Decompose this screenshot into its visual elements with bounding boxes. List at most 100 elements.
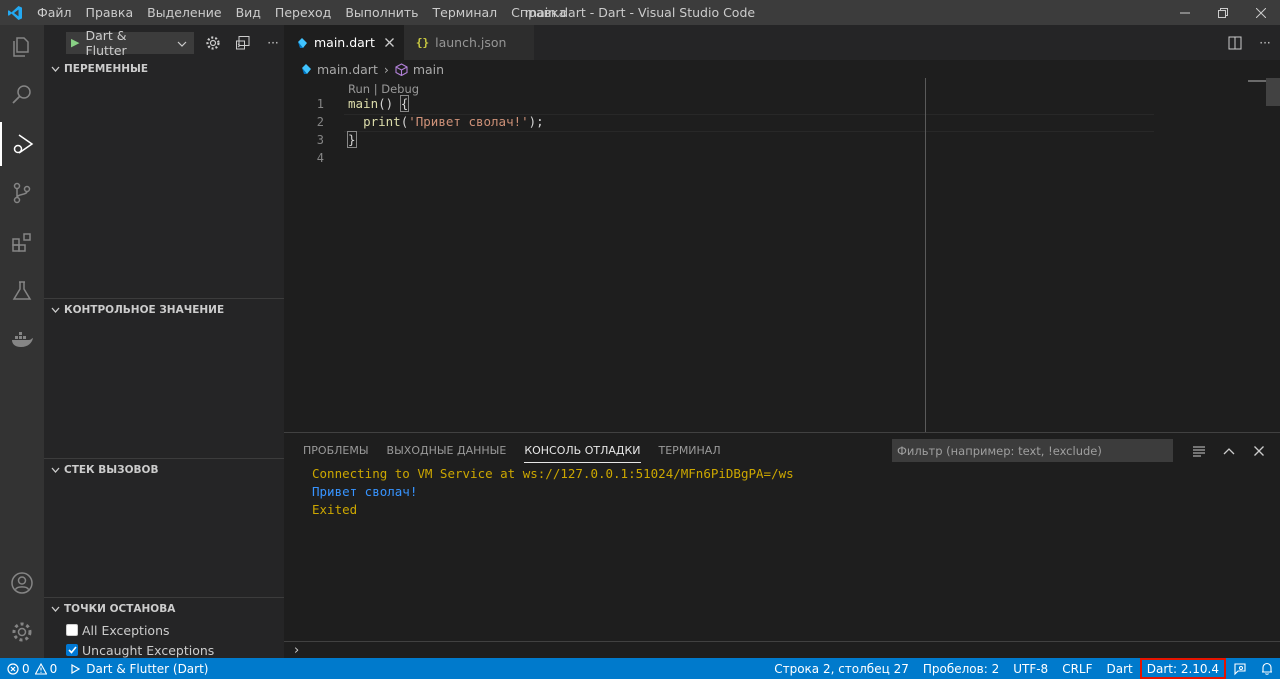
breadcrumb-file[interactable]: main.dart [317, 62, 378, 77]
codelens-run-debug[interactable]: Run | Debug [348, 82, 419, 96]
error-count: 0 [22, 661, 30, 676]
tab-output[interactable]: ВЫХОДНЫЕ ДАННЫЕ [378, 433, 516, 468]
code-editor[interactable]: Run | Debug 1 2 3 4 main() { print('Прив… [284, 78, 1280, 432]
prompt-chevron-icon: › [294, 643, 300, 658]
debug-config-status[interactable]: Dart & Flutter (Dart) [64, 658, 215, 679]
activity-bar [0, 25, 44, 658]
launch-config-select[interactable]: ▶ Dart & Flutter [66, 28, 195, 58]
console-input[interactable]: › [284, 641, 1280, 659]
status-right: Строка 2, столбец 27 Пробелов: 2 UTF-8 C… [767, 658, 1280, 679]
console-filter-input[interactable]: Фильтр (например: text, !exclude) [892, 439, 1173, 462]
minimap[interactable] [1248, 80, 1268, 82]
testing-flask-icon[interactable] [0, 269, 44, 313]
breakpoint-all-exceptions[interactable]: All Exceptions [44, 620, 284, 640]
tab-main-dart[interactable]: main.dart [284, 25, 404, 60]
json-file-icon: {} [415, 36, 430, 49]
panel-actions [1184, 433, 1274, 468]
dart-sdk-version[interactable]: Dart: 2.10.4 [1139, 658, 1226, 679]
menu-help[interactable]: Справка [504, 0, 573, 25]
breakpoints-header[interactable]: ТОЧКИ ОСТАНОВА [44, 598, 284, 620]
panel-tabs: ПРОБЛЕМЫ ВЫХОДНЫЕ ДАННЫЕ КОНСОЛЬ ОТЛАДКИ… [294, 433, 730, 468]
menu-selection[interactable]: Выделение [140, 0, 228, 25]
search-icon[interactable] [0, 73, 44, 117]
tab-launch-json[interactable]: {} launch.json [403, 25, 535, 60]
title-bar: Файл Правка Выделение Вид Переход Выполн… [0, 0, 1280, 25]
menu-run[interactable]: Выполнить [338, 0, 425, 25]
tab-terminal[interactable]: ТЕРМИНАЛ [650, 433, 730, 468]
tab-problems[interactable]: ПРОБЛЕМЫ [294, 433, 378, 468]
menu-terminal[interactable]: Терминал [426, 0, 505, 25]
uncaught-exceptions-checkbox[interactable] [66, 644, 78, 656]
end-of-line[interactable]: CRLF [1055, 658, 1099, 679]
problems-status[interactable]: 0 0 [0, 658, 64, 679]
tab-label: launch.json [435, 35, 507, 50]
cursor-position[interactable]: Строка 2, столбец 27 [767, 658, 916, 679]
notifications-bell-icon[interactable] [1254, 658, 1280, 679]
tab-label: main.dart [314, 35, 375, 50]
chevron-down-icon [48, 66, 62, 72]
close-icon[interactable] [384, 35, 394, 50]
start-debugging-icon[interactable]: ▶ [71, 36, 79, 49]
window-controls [1166, 0, 1280, 25]
breakpoint-uncaught-exceptions[interactable]: Uncaught Exceptions [44, 640, 284, 660]
menu-view[interactable]: Вид [229, 0, 268, 25]
clear-console-icon[interactable] [1184, 445, 1214, 457]
variables-title: ПЕРЕМЕННЫЕ [64, 63, 149, 75]
console-output-line: Exited [312, 502, 358, 517]
manage-gear-icon[interactable] [0, 610, 44, 654]
encoding[interactable]: UTF-8 [1006, 658, 1055, 679]
editor-actions: ··· [1220, 25, 1280, 60]
close-panel-icon[interactable] [1244, 445, 1274, 456]
breadcrumb: main.dart › main [284, 60, 1280, 78]
minimize-icon[interactable] [1166, 0, 1204, 25]
callstack-title: СТЕК ВЫЗОВОВ [64, 464, 159, 476]
language-mode[interactable]: Dart [1100, 658, 1140, 679]
line-number: 4 [316, 151, 324, 165]
editor-scrollbar[interactable] [1266, 78, 1280, 432]
variables-header[interactable]: ПЕРЕМЕННЫЕ [44, 58, 284, 80]
run-debug-icon[interactable] [0, 122, 44, 166]
chevron-down-icon [177, 36, 187, 50]
breadcrumb-symbol[interactable]: main [413, 62, 444, 77]
debug-console-icon[interactable] [232, 32, 254, 54]
docker-icon[interactable] [0, 318, 44, 362]
source-control-icon[interactable] [0, 171, 44, 215]
restore-icon[interactable] [1204, 0, 1242, 25]
warning-icon [34, 662, 47, 675]
menu-edit[interactable]: Правка [79, 0, 141, 25]
feedback-icon[interactable] [1226, 658, 1254, 679]
indentation[interactable]: Пробелов: 2 [916, 658, 1006, 679]
all-exceptions-checkbox[interactable] [66, 624, 78, 636]
console-output-line: Привет сволач! [312, 484, 418, 499]
code-line-2: print('Привет сволач!'); [363, 114, 544, 129]
maximize-panel-chevron-up-icon[interactable] [1214, 447, 1244, 455]
callstack-section: СТЕК ВЫЗОВОВ [44, 458, 284, 481]
breakpoints-title: ТОЧКИ ОСТАНОВА [64, 603, 176, 615]
dart-file-icon [300, 63, 312, 75]
more-actions-icon[interactable]: ··· [262, 32, 284, 54]
watch-section: КОНТРОЛЬНОЕ ЗНАЧЕНИЕ [44, 298, 284, 321]
watch-title: КОНТРОЛЬНОЕ ЗНАЧЕНИЕ [64, 304, 225, 316]
more-actions-icon[interactable]: ··· [1250, 36, 1280, 50]
debug-config-label: Dart & Flutter (Dart) [86, 661, 209, 676]
debug-toolbar: ▶ Dart & Flutter ··· [44, 25, 284, 60]
chevron-down-icon [48, 606, 62, 612]
accounts-icon[interactable] [0, 561, 44, 605]
callstack-header[interactable]: СТЕК ВЫЗОВОВ [44, 459, 284, 481]
menu-go[interactable]: Переход [268, 0, 338, 25]
run-play-icon [71, 663, 81, 674]
watch-header[interactable]: КОНТРОЛЬНОЕ ЗНАЧЕНИЕ [44, 299, 284, 321]
line-number: 2 [316, 115, 324, 129]
line-number: 3 [316, 133, 324, 147]
open-launch-json-gear-icon[interactable] [202, 32, 224, 54]
close-window-icon[interactable] [1242, 0, 1280, 25]
extensions-icon[interactable] [0, 220, 44, 264]
menu-file[interactable]: Файл [30, 0, 79, 25]
explorer-files-icon[interactable] [0, 25, 44, 69]
chevron-right-icon: › [383, 61, 389, 77]
scroll-thumb[interactable] [1266, 78, 1280, 106]
code-line-1: main() { [348, 95, 410, 112]
split-editor-icon[interactable] [1220, 36, 1250, 50]
tab-debug-console[interactable]: КОНСОЛЬ ОТЛАДКИ [515, 433, 649, 468]
editor-ruler [925, 78, 926, 432]
